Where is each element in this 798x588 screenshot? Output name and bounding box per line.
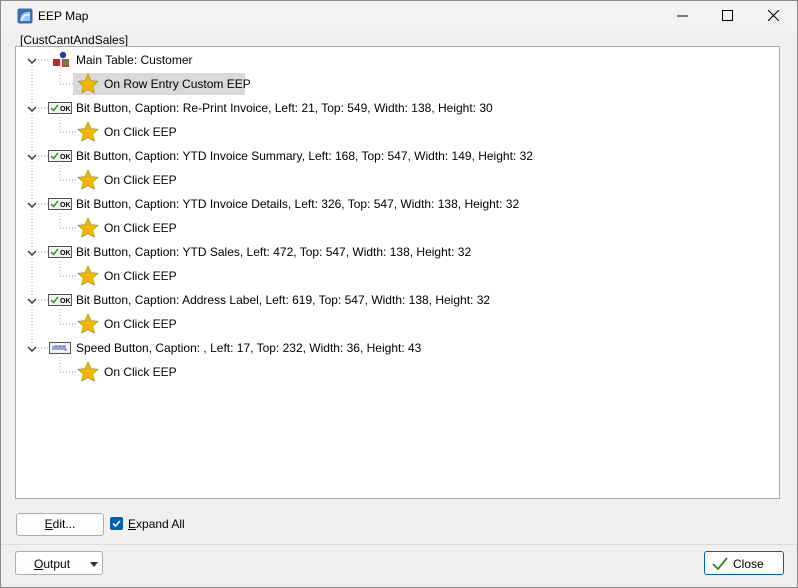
tree-node-label: Bit Button, Caption: Re-Print Invoice, L… (76, 101, 493, 115)
svg-text:OK: OK (60, 154, 71, 161)
svg-text:OK: OK (60, 202, 71, 209)
ok-button-icon: OK (48, 294, 72, 306)
close-window-button[interactable] (750, 1, 796, 31)
output-accelerator: O (34, 557, 44, 571)
tree-child-label: On Click EEP (104, 173, 177, 187)
check-icon (712, 557, 728, 571)
edit-label: dit... (52, 517, 76, 531)
checkmark-icon (112, 520, 121, 528)
close-button[interactable]: Close (704, 551, 784, 575)
tree-node-label: Bit Button, Caption: YTD Sales, Left: 47… (76, 245, 472, 259)
eep-tree[interactable]: Main Table: Customer On Row Entry Custom… (15, 46, 780, 499)
output-label: Output (34, 557, 70, 571)
tree-node-bit-button[interactable]: OK Bit Button, Caption: Address Label, L… (16, 289, 776, 311)
chevron-down-icon[interactable] (26, 199, 38, 211)
star-icon (77, 265, 99, 286)
svg-text:OK: OK (60, 298, 71, 305)
ok-button-icon: OK (48, 198, 72, 210)
tree-child-on-click-eep[interactable]: On Click EEP (16, 121, 776, 143)
star-icon (77, 121, 99, 142)
tree-node-label: Bit Button, Caption: YTD Invoice Summary… (76, 149, 533, 163)
tree-child-on-click-eep[interactable]: On Click EEP (16, 361, 776, 383)
close-label: Close (733, 557, 764, 571)
tree-node-label: Speed Button, Caption: , Left: 17, Top: … (76, 341, 422, 355)
speed-button-icon (49, 342, 71, 354)
edit-button[interactable]: Edit... (16, 513, 104, 536)
tree-child-label: On Click EEP (104, 365, 177, 379)
star-icon (77, 361, 99, 382)
tree-child-on-click-eep[interactable]: On Click EEP (16, 265, 776, 287)
ok-button-icon: OK (48, 150, 72, 162)
tree-node-label: Main Table: Customer (76, 53, 193, 67)
tree-node-bit-button[interactable]: OK Bit Button, Caption: YTD Sales, Left:… (16, 241, 776, 263)
tree-child-label: On Click EEP (104, 269, 177, 283)
eep-map-window: EEP Map [CustCantAndSales] Main Table: C… (0, 0, 798, 588)
output-dropdown-button[interactable]: Output (15, 551, 103, 575)
tree-node-speed-button[interactable]: Speed Button, Caption: , Left: 17, Top: … (16, 337, 776, 359)
star-icon (77, 217, 99, 238)
table-icon (53, 51, 69, 67)
tree-node-bit-button[interactable]: OK Bit Button, Caption: YTD Invoice Deta… (16, 193, 776, 215)
expand-all-checkbox[interactable] (110, 517, 123, 530)
chevron-down-icon[interactable] (26, 151, 38, 163)
tree-child-label: On Click EEP (104, 125, 177, 139)
edit-accelerator: E (44, 517, 53, 531)
app-map-icon (17, 8, 33, 24)
tree-child-label: On Click EEP (104, 221, 177, 235)
expand-accelerator: E (128, 517, 137, 531)
dropdown-arrow-icon (90, 562, 98, 567)
tree-node-label: Bit Button, Caption: YTD Invoice Details… (76, 197, 520, 211)
ok-button-icon: OK (48, 102, 72, 114)
divider (1, 544, 797, 545)
tree-child-on-click-eep[interactable]: On Click EEP (16, 169, 776, 191)
tree-child-on-click-eep[interactable]: On Click EEP (16, 313, 776, 335)
form-caption: [CustCantAndSales] (20, 33, 129, 47)
tree-child-label: On Click EEP (104, 317, 177, 331)
expand-all-label[interactable]: Expand All (128, 517, 185, 531)
tree-node-label: Bit Button, Caption: Address Label, Left… (76, 293, 491, 307)
chevron-down-icon[interactable] (26, 295, 38, 307)
title-bar: EEP Map (1, 1, 797, 31)
minimize-icon (677, 15, 688, 17)
ok-button-icon: OK (48, 246, 72, 258)
maximize-button[interactable] (704, 1, 750, 31)
star-icon (77, 169, 99, 190)
star-icon (77, 73, 99, 94)
svg-text:OK: OK (60, 106, 71, 113)
expand-all-text: xpand All (136, 517, 185, 531)
chevron-down-icon[interactable] (26, 103, 38, 115)
tree-child-label: On Row Entry Custom EEP (104, 77, 251, 91)
svg-text:OK: OK (60, 250, 71, 257)
tree-node-bit-button[interactable]: OK Bit Button, Caption: YTD Invoice Summ… (16, 145, 776, 167)
tree-child-on-click-eep[interactable]: On Click EEP (16, 217, 776, 239)
output-text: utput (43, 557, 71, 571)
tree-node-bit-button[interactable]: OK Bit Button, Caption: Re-Print Invoice… (16, 97, 776, 119)
maximize-icon (722, 10, 733, 21)
chevron-down-icon[interactable] (26, 247, 38, 259)
tree-child-row-entry-eep[interactable]: On Row Entry Custom EEP (16, 73, 776, 95)
minimize-button[interactable] (659, 1, 705, 31)
window-title: EEP Map (38, 9, 89, 23)
close-icon (768, 10, 779, 21)
chevron-down-icon[interactable] (26, 55, 38, 67)
star-icon (77, 313, 99, 334)
tree-node-main-table[interactable]: Main Table: Customer (16, 49, 776, 71)
chevron-down-icon[interactable] (26, 343, 38, 355)
